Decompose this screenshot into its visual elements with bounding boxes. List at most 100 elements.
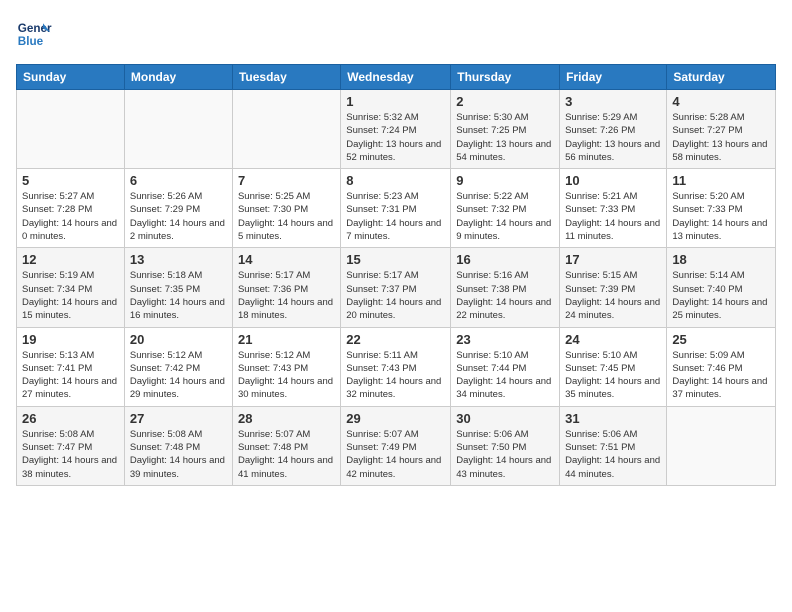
day-info: Sunrise: 5:06 AM Sunset: 7:50 PM Dayligh… xyxy=(456,428,554,481)
day-info: Sunrise: 5:17 AM Sunset: 7:37 PM Dayligh… xyxy=(346,269,445,322)
calendar-cell: 19 Sunrise: 5:13 AM Sunset: 7:41 PM Dayli… xyxy=(17,327,125,406)
day-info: Sunrise: 5:06 AM Sunset: 7:51 PM Dayligh… xyxy=(565,428,661,481)
calendar-cell: 28Sunrise: 5:07 AM Sunset: 7:48 PM Dayli… xyxy=(232,406,340,485)
calendar-cell: 17 Sunrise: 5:15 AM Sunset: 7:39 PM Dayli… xyxy=(560,248,667,327)
calendar-cell: 21Sunrise: 5:12 AM Sunset: 7:43 PM Dayli… xyxy=(232,327,340,406)
calendar-cell: 11 Sunrise: 5:20 AM Sunset: 7:33 PM Dayli… xyxy=(667,169,776,248)
day-info: Sunrise: 5:29 AM Sunset: 7:26 PM Dayligh… xyxy=(565,111,661,164)
calendar-cell: 8 Sunrise: 5:23 AM Sunset: 7:31 PM Daylig… xyxy=(341,169,451,248)
day-number: 20 xyxy=(130,332,227,347)
calendar-cell: 10Sunrise: 5:21 AM Sunset: 7:33 PM Dayli… xyxy=(560,169,667,248)
calendar-cell: 13Sunrise: 5:18 AM Sunset: 7:35 PM Dayli… xyxy=(124,248,232,327)
day-info: Sunrise: 5:20 AM Sunset: 7:33 PM Dayligh… xyxy=(672,190,770,243)
day-number: 23 xyxy=(456,332,554,347)
day-info: Sunrise: 5:12 AM Sunset: 7:42 PM Dayligh… xyxy=(130,349,227,402)
calendar-cell: 2 Sunrise: 5:30 AM Sunset: 7:25 PM Daylig… xyxy=(451,90,560,169)
day-info: Sunrise: 5:10 AM Sunset: 7:44 PM Dayligh… xyxy=(456,349,554,402)
day-number: 27 xyxy=(130,411,227,426)
weekday-header-friday: Friday xyxy=(560,65,667,90)
day-number: 18 xyxy=(672,252,770,267)
day-info: Sunrise: 5:25 AM Sunset: 7:30 PM Dayligh… xyxy=(238,190,335,243)
logo: General Blue xyxy=(16,16,52,52)
day-info: Sunrise: 5:10 AM Sunset: 7:45 PM Dayligh… xyxy=(565,349,661,402)
day-number: 2 xyxy=(456,94,554,109)
weekday-header-tuesday: Tuesday xyxy=(232,65,340,90)
day-number: 7 xyxy=(238,173,335,188)
day-info: Sunrise: 5:23 AM Sunset: 7:31 PM Dayligh… xyxy=(346,190,445,243)
day-number: 22 xyxy=(346,332,445,347)
day-number: 25 xyxy=(672,332,770,347)
calendar-cell: 26 Sunrise: 5:08 AM Sunset: 7:47 PM Dayli… xyxy=(17,406,125,485)
day-info: Sunrise: 5:19 AM Sunset: 7:34 PM Dayligh… xyxy=(22,269,119,322)
day-info: Sunrise: 5:15 AM Sunset: 7:39 PM Dayligh… xyxy=(565,269,661,322)
calendar-cell: 23 Sunrise: 5:10 AM Sunset: 7:44 PM Dayli… xyxy=(451,327,560,406)
day-number: 28 xyxy=(238,411,335,426)
day-info: Sunrise: 5:08 AM Sunset: 7:47 PM Dayligh… xyxy=(22,428,119,481)
day-number: 5 xyxy=(22,173,119,188)
day-number: 30 xyxy=(456,411,554,426)
calendar-week-row: 1 Sunrise: 5:32 AM Sunset: 7:24 PM Daylig… xyxy=(17,90,776,169)
day-number: 15 xyxy=(346,252,445,267)
calendar-cell xyxy=(667,406,776,485)
logo-icon: General Blue xyxy=(16,16,52,52)
day-number: 21 xyxy=(238,332,335,347)
weekday-header-sunday: Sunday xyxy=(17,65,125,90)
calendar-cell: 30 Sunrise: 5:06 AM Sunset: 7:50 PM Dayli… xyxy=(451,406,560,485)
calendar-cell: 4Sunrise: 5:28 AM Sunset: 7:27 PM Daylig… xyxy=(667,90,776,169)
day-number: 31 xyxy=(565,411,661,426)
day-info: Sunrise: 5:13 AM Sunset: 7:41 PM Dayligh… xyxy=(22,349,119,402)
calendar-week-row: 19 Sunrise: 5:13 AM Sunset: 7:41 PM Dayli… xyxy=(17,327,776,406)
day-number: 24 xyxy=(565,332,661,347)
day-number: 10 xyxy=(565,173,661,188)
day-number: 17 xyxy=(565,252,661,267)
calendar-cell: 22 Sunrise: 5:11 AM Sunset: 7:43 PM Dayli… xyxy=(341,327,451,406)
day-number: 16 xyxy=(456,252,554,267)
day-info: Sunrise: 5:09 AM Sunset: 7:46 PM Dayligh… xyxy=(672,349,770,402)
day-info: Sunrise: 5:16 AM Sunset: 7:38 PM Dayligh… xyxy=(456,269,554,322)
day-info: Sunrise: 5:17 AM Sunset: 7:36 PM Dayligh… xyxy=(238,269,335,322)
day-number: 26 xyxy=(22,411,119,426)
calendar-cell: 20 Sunrise: 5:12 AM Sunset: 7:42 PM Dayli… xyxy=(124,327,232,406)
day-number: 9 xyxy=(456,173,554,188)
calendar-cell: 18 Sunrise: 5:14 AM Sunset: 7:40 PM Dayli… xyxy=(667,248,776,327)
calendar-table: SundayMondayTuesdayWednesdayThursdayFrid… xyxy=(16,64,776,486)
day-number: 1 xyxy=(346,94,445,109)
day-number: 12 xyxy=(22,252,119,267)
calendar-cell xyxy=(124,90,232,169)
calendar-cell: 12 Sunrise: 5:19 AM Sunset: 7:34 PM Dayli… xyxy=(17,248,125,327)
day-info: Sunrise: 5:32 AM Sunset: 7:24 PM Dayligh… xyxy=(346,111,445,164)
day-info: Sunrise: 5:30 AM Sunset: 7:25 PM Dayligh… xyxy=(456,111,554,164)
calendar-cell: 14Sunrise: 5:17 AM Sunset: 7:36 PM Dayli… xyxy=(232,248,340,327)
svg-text:Blue: Blue xyxy=(18,35,44,48)
calendar-cell: 29 Sunrise: 5:07 AM Sunset: 7:49 PM Dayli… xyxy=(341,406,451,485)
calendar-cell: 7 Sunrise: 5:25 AM Sunset: 7:30 PM Daylig… xyxy=(232,169,340,248)
day-info: Sunrise: 5:27 AM Sunset: 7:28 PM Dayligh… xyxy=(22,190,119,243)
day-info: Sunrise: 5:22 AM Sunset: 7:32 PM Dayligh… xyxy=(456,190,554,243)
calendar-week-row: 26 Sunrise: 5:08 AM Sunset: 7:47 PM Dayli… xyxy=(17,406,776,485)
calendar-cell: 31 Sunrise: 5:06 AM Sunset: 7:51 PM Dayli… xyxy=(560,406,667,485)
weekday-header-row: SundayMondayTuesdayWednesdayThursdayFrid… xyxy=(17,65,776,90)
day-info: Sunrise: 5:14 AM Sunset: 7:40 PM Dayligh… xyxy=(672,269,770,322)
calendar-cell xyxy=(17,90,125,169)
weekday-header-monday: Monday xyxy=(124,65,232,90)
calendar-cell: 6Sunrise: 5:26 AM Sunset: 7:29 PM Daylig… xyxy=(124,169,232,248)
day-number: 11 xyxy=(672,173,770,188)
calendar-cell: 25 Sunrise: 5:09 AM Sunset: 7:46 PM Dayli… xyxy=(667,327,776,406)
calendar-cell: 1 Sunrise: 5:32 AM Sunset: 7:24 PM Daylig… xyxy=(341,90,451,169)
day-number: 13 xyxy=(130,252,227,267)
calendar-week-row: 12 Sunrise: 5:19 AM Sunset: 7:34 PM Dayli… xyxy=(17,248,776,327)
day-number: 19 xyxy=(22,332,119,347)
calendar-cell: 24 Sunrise: 5:10 AM Sunset: 7:45 PM Dayli… xyxy=(560,327,667,406)
day-number: 29 xyxy=(346,411,445,426)
day-number: 6 xyxy=(130,173,227,188)
day-number: 8 xyxy=(346,173,445,188)
calendar-cell: 16 Sunrise: 5:16 AM Sunset: 7:38 PM Dayli… xyxy=(451,248,560,327)
day-info: Sunrise: 5:28 AM Sunset: 7:27 PM Dayligh… xyxy=(672,111,770,164)
day-info: Sunrise: 5:07 AM Sunset: 7:49 PM Dayligh… xyxy=(346,428,445,481)
calendar-cell xyxy=(232,90,340,169)
day-info: Sunrise: 5:11 AM Sunset: 7:43 PM Dayligh… xyxy=(346,349,445,402)
weekday-header-saturday: Saturday xyxy=(667,65,776,90)
day-number: 3 xyxy=(565,94,661,109)
calendar-cell: 3 Sunrise: 5:29 AM Sunset: 7:26 PM Daylig… xyxy=(560,90,667,169)
calendar-cell: 15 Sunrise: 5:17 AM Sunset: 7:37 PM Dayli… xyxy=(341,248,451,327)
